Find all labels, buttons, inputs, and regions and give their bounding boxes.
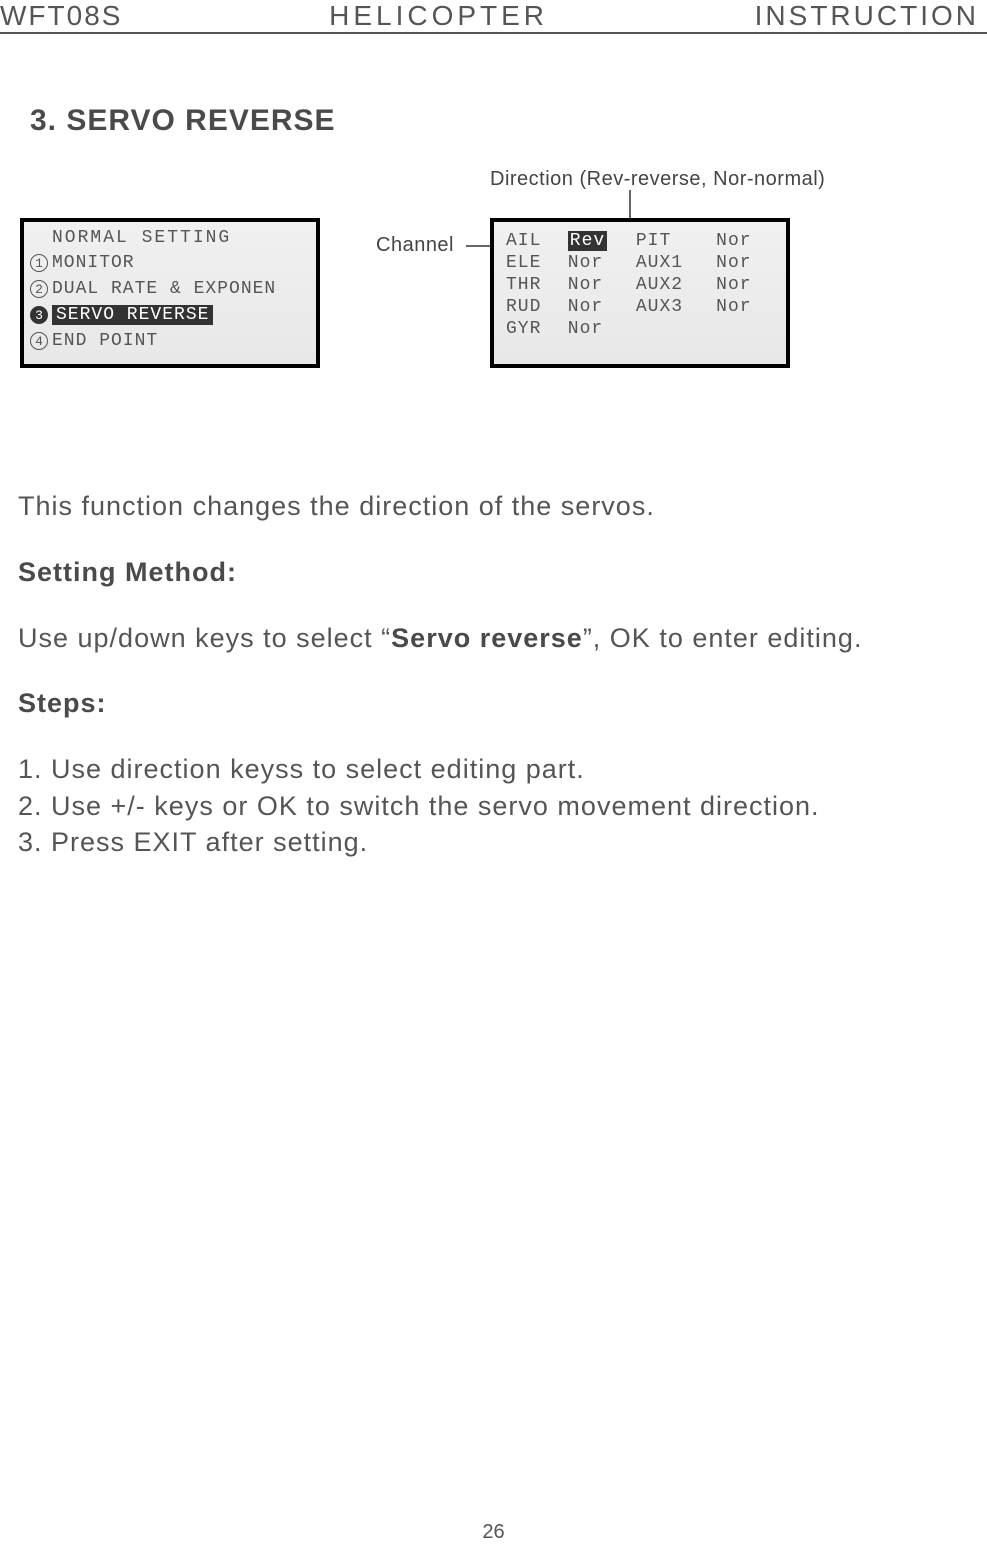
servo-direction: Nor bbox=[714, 230, 776, 252]
servo-direction: Nor bbox=[566, 318, 634, 340]
servo-channel: AUX3 bbox=[634, 296, 714, 318]
lcd-menu-item: 4 END POINT bbox=[24, 328, 316, 354]
annotation-direction: Direction (Rev-reverse, Nor-normal) bbox=[490, 168, 825, 191]
table-row: AIL Rev PIT Nor bbox=[504, 230, 776, 252]
lcd-menu-screen: NORMAL SETTING 1 MONITOR 2 DUAL RATE & E… bbox=[20, 218, 320, 368]
servo-direction bbox=[714, 318, 776, 340]
lcd-menu-item-label: MONITOR bbox=[52, 253, 135, 273]
servo-channel: RUD bbox=[504, 296, 566, 318]
figures-area: Direction (Rev-reverse, Nor-normal) Chan… bbox=[0, 168, 987, 428]
annotation-channel: Channel bbox=[376, 234, 454, 257]
servo-channel: GYR bbox=[504, 318, 566, 340]
lcd-menu-item-number: 1 bbox=[30, 254, 48, 272]
setting-method-label: Setting Method: bbox=[18, 554, 973, 592]
list-item: 1. Use direction keyss to select editing… bbox=[18, 751, 973, 787]
header-bar: WFT08S HELICOPTER INSTRUCTION bbox=[0, 0, 987, 34]
servo-channel: THR bbox=[504, 274, 566, 296]
setting-method-text: Use up/down keys to select “Servo revers… bbox=[18, 620, 973, 658]
lcd-menu-item-number: 3 bbox=[30, 306, 48, 324]
intro-text: This function changes the direction of t… bbox=[18, 488, 973, 526]
table-row: RUD Nor AUX3 Nor bbox=[504, 296, 776, 318]
table-row: ELE Nor AUX1 Nor bbox=[504, 252, 776, 274]
steps-list: 1. Use direction keyss to select editing… bbox=[18, 751, 973, 860]
servo-direction: Nor bbox=[566, 274, 634, 296]
servo-direction: Nor bbox=[566, 252, 634, 274]
text-fragment: Use up/down keys to select “ bbox=[18, 623, 391, 653]
servo-channel: AUX2 bbox=[634, 274, 714, 296]
servo-direction: Nor bbox=[714, 252, 776, 274]
lcd-menu-item: 3 SERVO REVERSE bbox=[24, 302, 316, 328]
steps-label: Steps: bbox=[18, 685, 973, 723]
text-fragment: ”, OK to enter editing. bbox=[583, 623, 863, 653]
servo-direction: Nor bbox=[714, 296, 776, 318]
lcd-menu-item-label: SERVO REVERSE bbox=[52, 305, 213, 325]
lcd-menu-item: 1 MONITOR bbox=[24, 250, 316, 276]
section-title: 3. SERVO REVERSE bbox=[30, 104, 987, 138]
header-right: INSTRUCTION bbox=[755, 0, 979, 32]
header-center: HELICOPTER bbox=[329, 0, 548, 32]
servo-channel: AIL bbox=[504, 230, 566, 252]
servo-direction: Rev bbox=[566, 230, 634, 252]
body-text: This function changes the direction of t… bbox=[0, 488, 987, 861]
list-item: 3. Press EXIT after setting. bbox=[18, 824, 973, 860]
servo-channel: AUX1 bbox=[634, 252, 714, 274]
table-row: THR Nor AUX2 Nor bbox=[504, 274, 776, 296]
lcd-servo-screen: AIL Rev PIT Nor ELE Nor AUX1 Nor THR Nor… bbox=[490, 218, 790, 368]
lcd-menu-item-label: END POINT bbox=[52, 331, 158, 351]
servo-direction: Nor bbox=[566, 296, 634, 318]
lcd-menu-item-label: DUAL RATE & EXPONEN bbox=[52, 279, 276, 299]
servo-reverse-table: AIL Rev PIT Nor ELE Nor AUX1 Nor THR Nor… bbox=[504, 230, 776, 340]
lcd-menu-item-number: 4 bbox=[30, 332, 48, 350]
lcd-menu-title: NORMAL SETTING bbox=[24, 228, 316, 248]
lcd-menu-item-number: 2 bbox=[30, 280, 48, 298]
text-fragment-bold: Servo reverse bbox=[391, 623, 583, 653]
servo-channel: ELE bbox=[504, 252, 566, 274]
servo-channel: PIT bbox=[634, 230, 714, 252]
servo-direction: Nor bbox=[714, 274, 776, 296]
page-number: 26 bbox=[0, 1521, 987, 1544]
header-left: WFT08S bbox=[0, 0, 122, 32]
lcd-menu-item: 2 DUAL RATE & EXPONEN bbox=[24, 276, 316, 302]
list-item: 2. Use +/- keys or OK to switch the serv… bbox=[18, 788, 973, 824]
table-row: GYR Nor bbox=[504, 318, 776, 340]
servo-channel bbox=[634, 318, 714, 340]
